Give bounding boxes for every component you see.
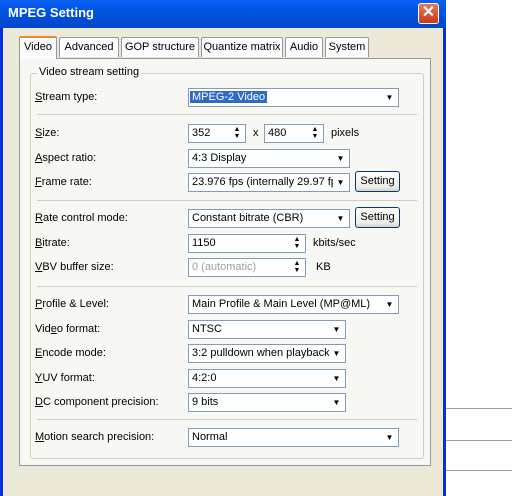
dc-precision-label: DC component precision:: [35, 396, 159, 408]
separator: [37, 200, 417, 201]
size-label: Size:: [35, 127, 60, 139]
vbv-buffer-label: VBV buffer size:: [35, 261, 114, 273]
video-format-select[interactable]: NTSC ▼: [188, 320, 346, 339]
background-line: [444, 408, 512, 409]
tab-video[interactable]: Video: [19, 36, 57, 59]
spin-arrows-icon[interactable]: ▲ ▼: [230, 126, 244, 141]
background-window: [444, 0, 512, 496]
tab-quantize-matrix[interactable]: Quantize matrix: [201, 37, 283, 57]
rate-control-label: Rate control mode:: [35, 212, 128, 224]
background-line: [444, 440, 512, 441]
aspect-ratio-select[interactable]: 4:3 Display ▼: [188, 149, 350, 168]
chevron-down-icon: ▼: [329, 346, 344, 361]
spin-arrows-icon[interactable]: ▲ ▼: [290, 260, 304, 275]
background-line: [444, 470, 512, 471]
size-unit: pixels: [331, 127, 360, 139]
spin-arrows-icon[interactable]: ▲ ▼: [290, 236, 304, 251]
separator: [37, 419, 417, 420]
bitrate-stepper[interactable]: 1150 ▲ ▼: [188, 234, 306, 253]
title-bar: MPEG Setting ✕: [0, 0, 446, 28]
spin-arrows-icon[interactable]: ▲ ▼: [308, 126, 322, 141]
close-icon[interactable]: ✕: [418, 3, 439, 24]
video-tab-panel: Video stream setting Stream type: MPEG-2…: [19, 58, 431, 466]
chevron-down-icon: ▼: [333, 151, 348, 166]
width-stepper[interactable]: 352 ▲ ▼: [188, 124, 246, 143]
profile-level-label: Profile & Level:: [35, 298, 109, 310]
window-title: MPEG Setting: [8, 5, 94, 20]
motion-search-select[interactable]: Normal ▼: [188, 428, 399, 447]
mpeg-setting-dialog: MPEG Setting ✕ Video Advanced GOP struct…: [0, 0, 446, 496]
yuv-format-select[interactable]: 4:2:0 ▼: [188, 369, 346, 388]
tab-advanced[interactable]: Advanced: [59, 37, 119, 57]
encode-mode-label: Encode mode:: [35, 347, 106, 359]
group-title: Video stream setting: [37, 66, 142, 78]
size-separator: x: [253, 127, 259, 139]
frame-rate-select[interactable]: 23.976 fps (internally 29.97 fps) ▼: [188, 173, 350, 192]
separator: [37, 114, 417, 115]
video-stream-group: Video stream setting Stream type: MPEG-2…: [30, 66, 424, 459]
chevron-down-icon: ▼: [382, 297, 397, 312]
frame-rate-setting-button[interactable]: Setting: [355, 171, 400, 192]
bitrate-label: Bitrate:: [35, 237, 70, 249]
vbv-unit: KB: [316, 261, 331, 273]
separator: [37, 286, 417, 287]
chevron-down-icon: ▼: [382, 90, 397, 105]
chevron-down-icon: ▼: [329, 371, 344, 386]
stream-type-select[interactable]: MPEG-2 Video ▼: [188, 88, 399, 107]
motion-search-label: Motion search precision:: [35, 431, 155, 443]
chevron-down-icon: ▼: [333, 175, 348, 190]
rate-control-setting-button[interactable]: Setting: [355, 207, 400, 228]
height-stepper[interactable]: 480 ▲ ▼: [264, 124, 324, 143]
tab-system[interactable]: System: [325, 37, 369, 57]
tab-audio[interactable]: Audio: [285, 37, 323, 57]
chevron-down-icon: ▼: [333, 211, 348, 226]
vbv-buffer-stepper[interactable]: 0 (automatic) ▲ ▼: [188, 258, 306, 277]
yuv-format-label: YUV format:: [35, 372, 95, 384]
chevron-down-icon: ▼: [329, 322, 344, 337]
encode-mode-select[interactable]: 3:2 pulldown when playback ▼: [188, 344, 346, 363]
stream-type-label: Stream type:: [35, 91, 98, 103]
chevron-down-icon: ▼: [382, 430, 397, 445]
profile-level-select[interactable]: Main Profile & Main Level (MP@ML) ▼: [188, 295, 399, 314]
chevron-down-icon: ▼: [329, 395, 344, 410]
aspect-ratio-label: Aspect ratio:: [35, 152, 97, 164]
tab-gop-structure[interactable]: GOP structure: [121, 37, 199, 57]
dc-precision-select[interactable]: 9 bits ▼: [188, 393, 346, 412]
rate-control-select[interactable]: Constant bitrate (CBR) ▼: [188, 209, 350, 228]
frame-rate-label: Frame rate:: [35, 176, 92, 188]
video-format-label: Video format:: [35, 323, 101, 335]
bitrate-unit: kbits/sec: [313, 237, 356, 249]
